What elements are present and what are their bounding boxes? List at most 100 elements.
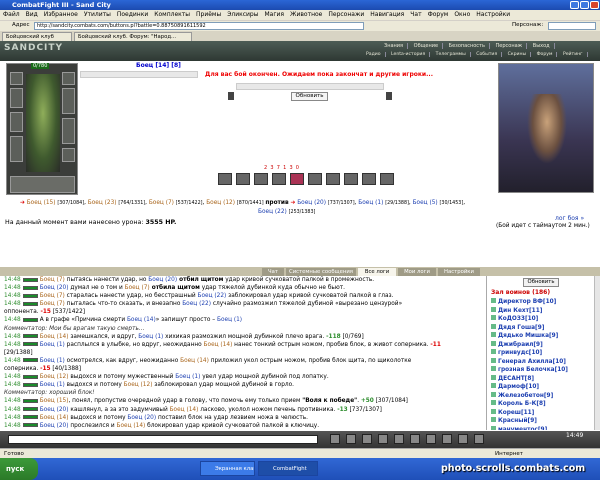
- menu-item[interactable]: Животное: [287, 11, 325, 18]
- menu-item[interactable]: Эликсиры: [224, 11, 261, 18]
- toolbar-icon[interactable]: [394, 434, 404, 444]
- close-button[interactable]: [590, 1, 599, 9]
- nav-communication[interactable]: Общение: [409, 43, 444, 49]
- action-icon[interactable]: [290, 173, 304, 185]
- tab-chat[interactable]: Чат: [262, 268, 284, 276]
- equip-slot[interactable]: [10, 136, 23, 162]
- menu-item[interactable]: Магия: [261, 11, 287, 18]
- fighter-name[interactable]: Боец (1): [40, 342, 65, 348]
- nav-rating[interactable]: Рейтинг: [558, 52, 588, 57]
- equip-slot[interactable]: [10, 112, 23, 132]
- team2-fighter[interactable]: Боец: [297, 200, 312, 206]
- tab-combats-club[interactable]: Бойцовский клуб: [2, 32, 72, 41]
- fighter-name[interactable]: Боец (12): [40, 374, 69, 380]
- fighter-name[interactable]: Боец (14): [40, 334, 69, 340]
- player-name[interactable]: Директор ВФ[10]: [498, 299, 556, 305]
- action-icon[interactable]: [308, 173, 322, 185]
- start-button[interactable]: пуск: [0, 458, 38, 480]
- toolbar-icon[interactable]: [378, 434, 388, 444]
- tab-my-logs[interactable]: Мои логи: [398, 268, 436, 276]
- fighter-name[interactable]: Боец (1): [217, 317, 242, 323]
- action-icon[interactable]: [254, 173, 268, 185]
- right-arrow-icon[interactable]: [386, 92, 392, 100]
- menu-item[interactable]: Поединки: [114, 11, 151, 18]
- menu-item[interactable]: Окно: [451, 11, 473, 18]
- toolbar-icon[interactable]: [426, 434, 436, 444]
- player-name[interactable]: Железобетон[9]: [498, 393, 553, 399]
- fighter-name[interactable]: Боец (1): [138, 334, 163, 340]
- sidebar-refresh-button[interactable]: Обновить: [523, 278, 559, 287]
- player-name[interactable]: Красный[9]: [498, 418, 537, 424]
- fighter-name[interactable]: Боец (1): [40, 358, 65, 364]
- nav-forum[interactable]: Форум: [532, 52, 558, 57]
- action-icon[interactable]: [326, 173, 340, 185]
- player-name[interactable]: гринвудс[10]: [498, 350, 542, 356]
- left-arrow-icon[interactable]: [228, 92, 234, 100]
- nav-knowledge[interactable]: Знания: [380, 43, 409, 49]
- team1-fighter[interactable]: Боец: [88, 200, 103, 206]
- player-list-item[interactable]: Генерал Ахилла[10]: [491, 357, 568, 367]
- fighter-name[interactable]: Боец (7): [40, 293, 65, 299]
- menu-item[interactable]: Форум: [425, 11, 452, 18]
- fighter-name[interactable]: Боец (22): [198, 293, 227, 299]
- action-icon[interactable]: [218, 173, 232, 185]
- fighter-name[interactable]: Боец (1): [175, 374, 200, 380]
- battle-log-link[interactable]: лог боя »: [555, 215, 584, 222]
- player-list-item[interactable]: манументос[9]: [491, 425, 568, 430]
- player-name[interactable]: Кореш[11]: [498, 410, 534, 416]
- menu-item[interactable]: Навигация: [367, 11, 407, 18]
- toolbar-icon[interactable]: [330, 434, 340, 444]
- tab-system-messages[interactable]: Системные сообщения: [286, 268, 356, 276]
- nav-character[interactable]: Персонаж: [491, 43, 528, 49]
- player-list-item[interactable]: Железобетон[9]: [491, 391, 568, 401]
- fighter-name[interactable]: Боец (15): [40, 398, 69, 404]
- toolbar-icon[interactable]: [442, 434, 452, 444]
- team2-fighter[interactable]: Боец: [258, 209, 273, 215]
- player-list-item[interactable]: гринвудс[10]: [491, 349, 568, 358]
- taskbar-combatfight-button[interactable]: CombatFight: [258, 461, 318, 476]
- team2-fighter[interactable]: Боец: [413, 200, 428, 206]
- fighter-name[interactable]: Боец (20): [40, 407, 69, 413]
- equip-slot[interactable]: [62, 118, 75, 144]
- tab-settings[interactable]: Настройки: [438, 268, 480, 276]
- fighter-name[interactable]: Боец (14): [117, 423, 146, 429]
- player-name[interactable]: Дармоф[10]: [498, 384, 539, 390]
- player-name[interactable]: КоДОЗ3[10]: [498, 316, 538, 322]
- player-name[interactable]: Джибраил[9]: [498, 342, 543, 348]
- fighter-name[interactable]: Боец (14): [40, 415, 69, 421]
- equip-slot[interactable]: [62, 88, 75, 114]
- team1-fighter[interactable]: Боец: [149, 200, 164, 206]
- menu-item[interactable]: Утилиты: [81, 11, 114, 18]
- player-list-item[interactable]: Красный[9]: [491, 417, 568, 426]
- fighter-name[interactable]: Боец (20): [40, 285, 69, 291]
- team1-fighter[interactable]: Боец: [27, 200, 42, 206]
- nav-exit[interactable]: Выход: [528, 43, 555, 49]
- equip-slot[interactable]: [62, 72, 75, 85]
- maximize-button[interactable]: [580, 1, 589, 9]
- menu-item[interactable]: Вид: [23, 11, 41, 18]
- fighter-name[interactable]: Боец (7): [40, 277, 65, 283]
- player-name[interactable]: Дядя Гоша[9]: [498, 325, 544, 331]
- equip-slot[interactable]: [10, 88, 23, 108]
- team1-fighter[interactable]: Боец: [206, 200, 221, 206]
- player-name[interactable]: ДЕСАНТ[8]: [498, 376, 534, 382]
- menu-item[interactable]: Персонажи: [325, 11, 367, 18]
- address-input[interactable]: http://sandcity.combats.com/buttons.pl?b…: [34, 22, 364, 30]
- team2-fighter[interactable]: Боец: [358, 200, 373, 206]
- fighter-name[interactable]: Боец (7): [40, 301, 65, 307]
- minimize-button[interactable]: [570, 1, 579, 9]
- player-list-item[interactable]: Дядя Гоша[9]: [491, 323, 568, 333]
- player-name[interactable]: Дядько Мишка[9]: [498, 333, 558, 339]
- fighter-name[interactable]: Боец (7): [125, 285, 150, 291]
- nav-events[interactable]: События: [472, 52, 503, 57]
- character-search-input[interactable]: [548, 22, 596, 30]
- inventory-slots[interactable]: [10, 176, 75, 193]
- fighter-name[interactable]: Боец (22): [182, 301, 211, 307]
- player-list-item[interactable]: Дядько Мишка[9]: [491, 332, 568, 341]
- player-name[interactable]: Генерал Ахилла[10]: [498, 359, 566, 365]
- chat-input[interactable]: [8, 435, 318, 444]
- nav-security[interactable]: Безопасность: [444, 43, 490, 49]
- menu-item[interactable]: Файл: [0, 11, 23, 18]
- refresh-button[interactable]: Обновить: [291, 92, 328, 101]
- player-name[interactable]: Дин Кехт[11]: [498, 308, 542, 314]
